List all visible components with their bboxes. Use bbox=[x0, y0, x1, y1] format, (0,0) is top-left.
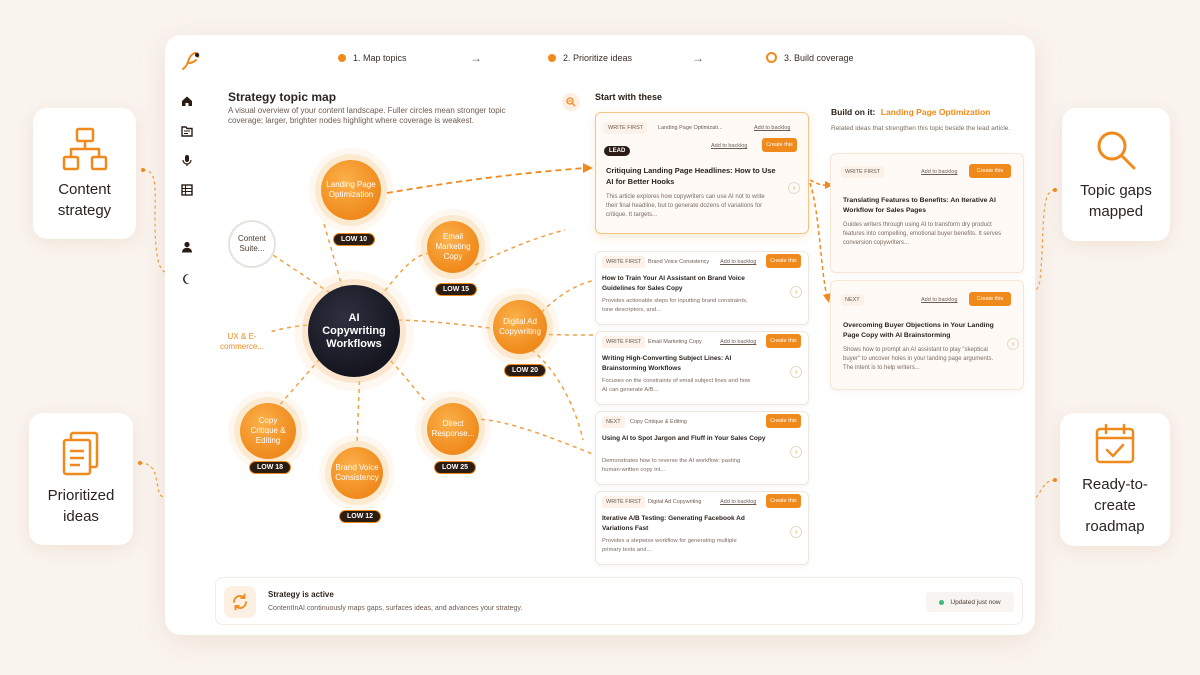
status-dot bbox=[939, 599, 945, 605]
card-description: Demonstrates how to reverse the AI workf… bbox=[602, 458, 741, 473]
center-label: AI Copywriting Workflows bbox=[322, 311, 386, 350]
map-node-copy-critique[interactable]: Copy Critique & Editing bbox=[240, 403, 296, 459]
map-node-landing-page[interactable]: Landing Page Optimization bbox=[321, 160, 381, 220]
node-label: Content Suite... bbox=[237, 234, 267, 253]
node-label: UX & E-commerce... bbox=[215, 332, 269, 352]
card-description: Shows how to prompt an AI assistant to p… bbox=[843, 347, 994, 371]
build-heading-label: Build on it: bbox=[831, 107, 876, 117]
create-this-button[interactable]: Create this bbox=[969, 292, 1011, 306]
card-description: This article explores how copywriters ca… bbox=[606, 194, 765, 218]
map-node-center[interactable]: AI Copywriting Workflows bbox=[308, 285, 400, 377]
source-topic: Landing Page Optimizati... bbox=[658, 125, 723, 131]
idea-card[interactable]: WRITE FIRST Email Marketing Copy Add to … bbox=[595, 331, 809, 405]
chevron-right-icon[interactable]: › bbox=[788, 182, 800, 194]
create-this-button[interactable]: Create this bbox=[762, 138, 797, 152]
priority-tag: WRITE FIRST bbox=[602, 256, 646, 268]
create-this-button[interactable]: Create this bbox=[969, 164, 1011, 178]
node-label: Landing Page Optimization bbox=[326, 180, 376, 199]
card-title: Critiquing Landing Page Headlines: How t… bbox=[606, 166, 776, 186]
idea-card[interactable]: WRITE FIRST Brand Voice Consistency Add … bbox=[595, 251, 809, 325]
status-description: ContentInAI continuously maps gaps, surf… bbox=[268, 605, 523, 612]
node-badge: LOW 20 bbox=[504, 364, 547, 377]
priority-tag: WRITE FIRST bbox=[841, 166, 885, 178]
card-title: How to Train Your AI Assistant on Brand … bbox=[602, 275, 745, 292]
create-this-button[interactable]: Create this bbox=[766, 334, 801, 348]
node-label: Digital Ad Copywriting bbox=[499, 317, 541, 336]
priority-tag: WRITE FIRST bbox=[602, 496, 646, 508]
card-description: Guides writers through using AI to trans… bbox=[843, 222, 1002, 246]
chevron-right-icon[interactable]: › bbox=[1007, 338, 1019, 350]
chevron-right-icon[interactable]: › bbox=[790, 286, 802, 298]
node-badge: LOW 10 bbox=[333, 233, 376, 246]
source-topic: Digital Ad Copywriting bbox=[648, 499, 702, 505]
start-heading: Start with these bbox=[595, 92, 663, 102]
card-title: Translating Features to Benefits: An Ite… bbox=[843, 197, 996, 214]
idea-card[interactable]: NEXT Copy Critique & Editing Create this… bbox=[595, 411, 809, 485]
card-title: Writing High-Converting Subject Lines: A… bbox=[602, 355, 732, 372]
build-card[interactable]: NEXT Add to backlog Create this Overcomi… bbox=[830, 280, 1024, 390]
add-to-backlog-link[interactable]: Add to backlog bbox=[921, 169, 957, 175]
add-to-backlog-link[interactable]: Add to backlog bbox=[720, 339, 756, 345]
build-topic[interactable]: Landing Page Optimization bbox=[881, 107, 991, 117]
map-node-digital-ad[interactable]: Digital Ad Copywriting bbox=[493, 300, 547, 354]
main-panel: 1. Map topics → 2. Prioritize ideas → 3.… bbox=[165, 35, 1035, 635]
create-this-button[interactable]: Create this bbox=[766, 494, 801, 508]
map-node-content-suite[interactable]: Content Suite... bbox=[228, 220, 276, 268]
map-node-brand-voice[interactable]: Brand Voice Consistency bbox=[331, 447, 383, 499]
node-label: Brand Voice Consistency bbox=[335, 463, 379, 482]
source-topic: Email Marketing Copy bbox=[648, 339, 702, 345]
add-to-backlog-link[interactable]: Add to backlog bbox=[711, 143, 747, 149]
chevron-right-icon[interactable]: › bbox=[790, 526, 802, 538]
card-description: Provides a stepwise workflow for generat… bbox=[602, 538, 737, 553]
create-this-button[interactable]: Create this bbox=[766, 414, 801, 428]
create-this-button[interactable]: Create this bbox=[766, 254, 801, 268]
lead-badge: LEAD bbox=[604, 146, 631, 156]
map-node-direct-response[interactable]: Direct Response... bbox=[427, 403, 479, 455]
updated-label: Updated just now bbox=[950, 598, 1001, 606]
card-title: Overcoming Buyer Objections in Your Land… bbox=[843, 322, 994, 339]
card-description: Provides actionable steps for inputting … bbox=[602, 298, 748, 313]
node-label: Email Marketing Copy bbox=[435, 232, 471, 261]
map-node-email-marketing[interactable]: Email Marketing Copy bbox=[427, 221, 479, 273]
map-node-ux-ecommerce[interactable]: UX & E-commerce... bbox=[215, 315, 269, 369]
build-description: Related ideas that strengthen this topic… bbox=[831, 125, 1011, 132]
chevron-right-icon[interactable]: › bbox=[790, 446, 802, 458]
refresh-icon bbox=[224, 586, 256, 618]
node-badge: LOW 18 bbox=[249, 461, 292, 474]
status-title: Strategy is active bbox=[268, 590, 334, 599]
node-badge: LOW 12 bbox=[339, 510, 382, 523]
add-to-backlog-link[interactable]: Add to backlog bbox=[720, 499, 756, 505]
idea-card-lead[interactable]: WRITE FIRST Landing Page Optimizati... A… bbox=[595, 112, 809, 234]
node-badge: LOW 15 bbox=[435, 283, 478, 296]
idea-card[interactable]: WRITE FIRST Digital Ad Copywriting Add t… bbox=[595, 491, 809, 565]
node-label: Direct Response... bbox=[431, 419, 475, 438]
card-description: Focuses on the constraints of email subj… bbox=[602, 378, 751, 393]
card-title: Iterative A/B Testing: Generating Facebo… bbox=[602, 515, 745, 532]
updated-badge: Updated just now bbox=[926, 592, 1014, 612]
priority-tag: WRITE FIRST bbox=[604, 122, 648, 134]
node-label: Copy Critique & Editing bbox=[250, 416, 286, 445]
source-topic: Copy Critique & Editing bbox=[630, 419, 687, 425]
priority-tag: WRITE FIRST bbox=[602, 336, 646, 348]
build-heading: Build on it: Landing Page Optimization bbox=[831, 107, 990, 117]
priority-tag: NEXT bbox=[602, 416, 625, 428]
build-card[interactable]: WRITE FIRST Add to backlog Create this T… bbox=[830, 153, 1024, 273]
source-topic: Brand Voice Consistency bbox=[648, 259, 710, 265]
add-to-backlog-link[interactable]: Add to backlog bbox=[720, 259, 756, 265]
node-badge: LOW 25 bbox=[434, 461, 477, 474]
add-to-backlog-link[interactable]: Add to backlog bbox=[754, 125, 790, 131]
priority-tag: NEXT bbox=[841, 294, 864, 306]
add-to-backlog-link[interactable]: Add to backlog bbox=[921, 297, 957, 303]
status-bar: Strategy is active ContentInAI continuou… bbox=[215, 577, 1023, 625]
chevron-right-icon[interactable]: › bbox=[790, 366, 802, 378]
card-title: Using AI to Spot Jargon and Fluff in You… bbox=[602, 435, 766, 442]
